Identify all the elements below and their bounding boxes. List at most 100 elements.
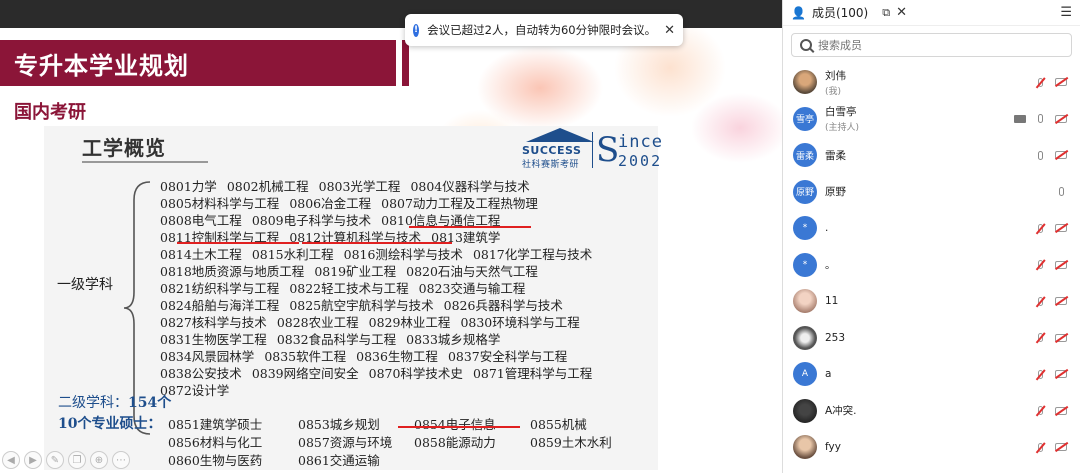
mic-icon[interactable] <box>1038 114 1043 124</box>
avatar: A <box>793 362 817 387</box>
discipline-item: 0836生物工程 <box>356 349 438 364</box>
camera-off-icon[interactable] <box>1055 260 1067 269</box>
toast-close-icon[interactable]: ✕ <box>664 23 675 38</box>
avatar <box>793 325 817 350</box>
camera-off-icon[interactable] <box>1055 443 1067 452</box>
section-title-underline <box>82 161 208 163</box>
discipline-item: 0804仪器科学与技术 <box>410 179 530 194</box>
toast-text: 会议已超过2人，自动转为60分钟限时会议。 <box>427 23 657 37</box>
member-status-icons <box>1056 174 1067 211</box>
member-row[interactable]: Aa <box>783 356 1080 393</box>
mic-off-icon[interactable] <box>1038 77 1043 87</box>
member-name: 白雪亭 <box>825 106 857 119</box>
search-icon <box>800 39 812 51</box>
mic-off-icon[interactable] <box>1038 333 1043 343</box>
meeting-limit-toast: ! 会议已超过2人，自动转为60分钟限时会议。 ✕ <box>405 14 683 46</box>
slide-zoom-toolbar: ◀ ▶ ✎ ❐ ⊕ ⋯ <box>0 450 140 470</box>
discipline-item: 0834风景园林学 <box>160 349 255 364</box>
shared-screen: 专升本学业规划 国内考研 工学概览 SUCCESS 社科赛斯考研 S ince … <box>0 0 782 473</box>
prof-label: 10个专业硕士： <box>58 416 162 432</box>
member-name: a <box>825 368 832 381</box>
mic-off-icon[interactable] <box>1038 223 1043 233</box>
member-row[interactable]: 雪亭 白雪亭 (主持人) <box>783 101 1080 138</box>
zoom-icon[interactable]: ⊕ <box>90 451 108 469</box>
discipline-item: 0828农业工程 <box>276 315 359 330</box>
logo-s-letter: S <box>596 130 620 170</box>
member-row[interactable]: 11 <box>783 283 1080 320</box>
mic-off-icon[interactable] <box>1038 406 1043 416</box>
discipline-item: 0807动力工程及工程热物理 <box>381 196 538 211</box>
camera-off-icon[interactable] <box>1055 297 1067 306</box>
discipline-row: 0818地质资源与地质工程 0819矿业工程 0820石油与天然气工程 <box>160 263 658 280</box>
mic-icon[interactable] <box>1038 150 1043 160</box>
mic-off-icon[interactable] <box>1038 369 1043 379</box>
discipline-item: 0803光学工程 <box>318 179 401 194</box>
member-info: 11 <box>825 295 838 307</box>
mic-icon[interactable] <box>1059 187 1064 197</box>
member-row[interactable]: 雷柔 雷柔 <box>783 137 1080 174</box>
member-info: 。 <box>825 257 836 272</box>
highlight-line-0810 <box>409 226 531 228</box>
member-name: 雷柔 <box>825 149 846 162</box>
edit-icon[interactable]: ✎ <box>46 451 64 469</box>
avatar: * <box>793 252 817 277</box>
camera-off-icon[interactable] <box>1055 406 1067 415</box>
member-name: 253 <box>825 331 846 344</box>
camera-off-icon[interactable] <box>1055 151 1067 160</box>
member-status-icons <box>1035 64 1067 101</box>
discipline-item: 0816测绘科学与技术 <box>343 247 463 262</box>
mic-off-icon[interactable] <box>1038 260 1043 270</box>
member-row[interactable]: *。 <box>783 247 1080 284</box>
camera-off-icon[interactable] <box>1055 370 1067 379</box>
camera-off-icon[interactable] <box>1055 333 1067 342</box>
member-status-icons <box>1035 356 1067 393</box>
app-root: 专升本学业规划 国内考研 工学概览 SUCCESS 社科赛斯考研 S ince … <box>0 0 1080 473</box>
member-row[interactable]: 253 <box>783 320 1080 357</box>
logo-roof-icon <box>526 128 594 142</box>
member-row[interactable]: 原野 原野 <box>783 174 1080 211</box>
avatar <box>793 435 817 460</box>
mic-off-icon[interactable] <box>1038 296 1043 306</box>
member-info: 白雪亭 (主持人) <box>825 104 859 133</box>
member-search[interactable] <box>791 33 1072 57</box>
member-status-icons <box>1035 210 1067 247</box>
prof-item: 0851建筑学硕士 <box>168 417 263 432</box>
prof-item: 0859土木水利 <box>530 435 612 450</box>
close-icon[interactable]: ✕ <box>896 5 907 20</box>
member-status-icons <box>1035 137 1067 174</box>
camera-off-icon[interactable] <box>1055 224 1067 233</box>
discipline-item: 0835软件工程 <box>264 349 347 364</box>
member-name: 刘伟 <box>825 69 846 82</box>
member-status-icons <box>1035 247 1067 284</box>
discipline-item: 0820石油与天然气工程 <box>406 264 538 279</box>
camera-off-icon[interactable] <box>1055 114 1067 123</box>
discipline-item: 0827核科学与技术 <box>160 315 267 330</box>
member-row[interactable]: *. <box>783 210 1080 247</box>
member-name: 。 <box>825 259 836 272</box>
discipline-item: 0825航空宇航科学与技术 <box>289 298 434 313</box>
discipline-row: 0824船舶与海洋工程 0825航空宇航科学与技术 0826兵器科学与技术 <box>160 297 658 314</box>
discipline-item: 0809电子科学与技术 <box>251 213 372 228</box>
mic-off-icon[interactable] <box>1038 442 1043 452</box>
discipline-item: 0806冶金工程 <box>289 196 372 211</box>
search-input[interactable] <box>818 38 1018 52</box>
prev-icon[interactable]: ◀ <box>2 451 20 469</box>
member-row[interactable]: fyy <box>783 429 1080 466</box>
member-status-icons <box>1035 283 1067 320</box>
discipline-item: 0832食品科学与工程 <box>276 332 397 347</box>
members-header: 👤 成员(100) ⧉ ✕ ☰ <box>783 0 1080 26</box>
popout-icon[interactable]: ⧉ <box>882 6 890 20</box>
discipline-item: 0830环境科学与工程 <box>460 315 580 330</box>
screen-share-icon[interactable] <box>1014 114 1026 123</box>
discipline-item: 0822轻工技术与工程 <box>289 281 409 296</box>
camera-off-icon[interactable] <box>1055 78 1067 87</box>
member-row[interactable]: 刘伟 (我) <box>783 64 1080 101</box>
discipline-item: 0814土木工程 <box>160 247 242 262</box>
menu-icon[interactable]: ☰ <box>1060 5 1072 20</box>
copy-icon[interactable]: ❐ <box>68 451 86 469</box>
next-icon[interactable]: ▶ <box>24 451 42 469</box>
more-icon[interactable]: ⋯ <box>112 451 130 469</box>
member-row[interactable]: A冲突. <box>783 393 1080 430</box>
discipline-item: 0821纺织科学与工程 <box>160 281 280 296</box>
discipline-item: 0824船舶与海洋工程 <box>160 298 280 313</box>
